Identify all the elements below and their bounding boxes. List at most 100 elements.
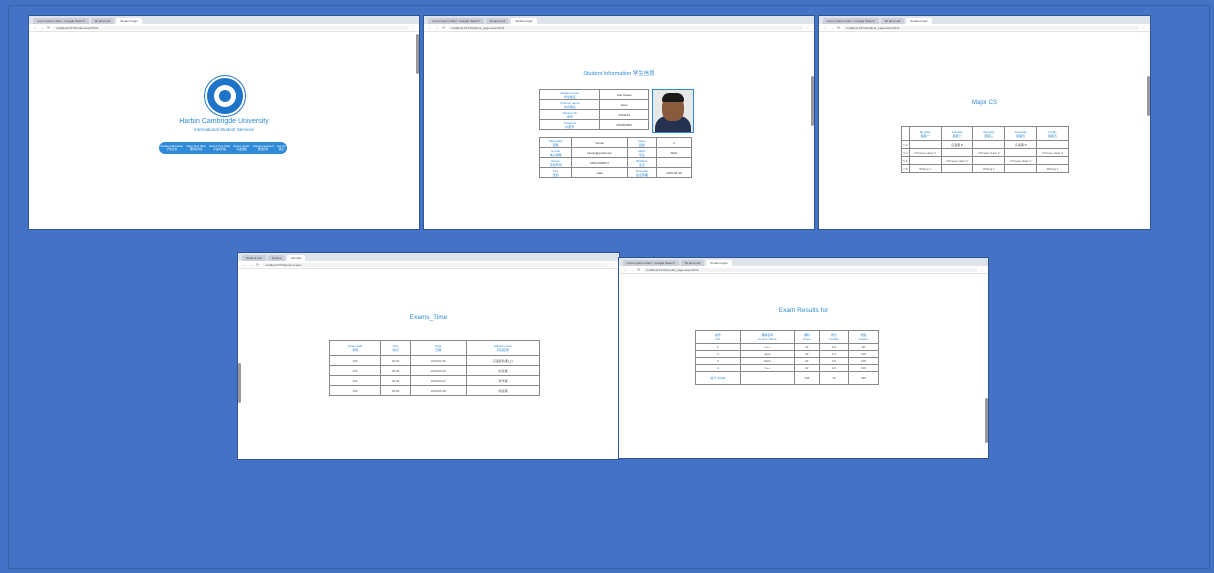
browser-tab[interactable]: Lorem ipsum dolor - Google Search	[823, 18, 879, 24]
scrollbar[interactable]	[238, 363, 241, 403]
field-value: hasan@gmail.com	[571, 147, 628, 158]
scrollbar[interactable]	[811, 76, 814, 126]
nav-change-password[interactable]: Change password 修改密码	[253, 145, 274, 151]
url-field[interactable]: localhost:5173/student_page.aspx?id=3	[843, 25, 1139, 30]
student-details-table: Nationality 国籍 Yemen Class 班级 2 E-mail 电子邮箱 hasa…	[538, 137, 693, 178]
forward-icon[interactable]: →	[830, 25, 834, 30]
extensions-icon[interactable]: ⋮	[806, 25, 810, 30]
address-bar: ← → ⟳ localhost:5173/student_page.aspx?i…	[819, 24, 1150, 32]
table-cell: 09:00	[380, 355, 411, 366]
reload-icon[interactable]: ⟳	[47, 25, 50, 30]
scrollbar[interactable]	[985, 398, 988, 443]
table-cell: C++	[739, 343, 795, 351]
page-title: Major CS	[971, 100, 997, 106]
browser-tab[interactable]: Lorem ipsum dolor - Google Search	[623, 260, 679, 266]
reload-icon[interactable]: ⟳	[256, 262, 259, 267]
browser-tab[interactable]: Student Info	[242, 255, 267, 261]
back-icon[interactable]: ←	[823, 25, 827, 30]
table-cell	[972, 156, 1006, 165]
table-cell: Chinese class 3	[972, 148, 1006, 157]
browser-tab[interactable]: Lorem ipsum dolor - Google Search	[33, 18, 89, 24]
field-label: Student ID 学号	[538, 109, 601, 120]
nav-log-out[interactable]: Log out 退出	[277, 145, 286, 151]
back-icon[interactable]: ←	[33, 25, 37, 30]
table-cell	[908, 140, 942, 149]
table-cell: 09:00	[380, 365, 411, 376]
table-cell: 2.0	[818, 343, 849, 351]
field-label: Class 班级	[626, 137, 657, 148]
browser-tab[interactable]: Sit amet elit	[680, 260, 705, 266]
browser-tab[interactable]: Sit amet elit	[880, 18, 905, 24]
table-row: 3-4 Chinese class 3 Chinese class 3 Chinese…	[901, 148, 1069, 157]
browser-tab[interactable]: Lorem ipsum dolor - Google Search	[428, 18, 484, 24]
table-cell	[1004, 164, 1038, 173]
browser-tab[interactable]: Sit amet elit	[90, 18, 115, 24]
table-header: 学分 Credits	[818, 330, 849, 344]
back-icon[interactable]: ←	[242, 262, 246, 267]
table-cell: 32	[793, 357, 820, 365]
total-row: 总计 TotalE 128 10 390	[695, 371, 880, 385]
back-icon[interactable]: ←	[623, 267, 627, 272]
forward-icon[interactable]: →	[630, 267, 634, 272]
back-icon[interactable]: ←	[428, 25, 432, 30]
browser-tab-active[interactable]: Results	[287, 255, 306, 261]
field-label: Student name 学生姓名	[538, 89, 601, 100]
browser-tab[interactable]: Exams	[268, 255, 286, 261]
table-row: 1-2 汉语课 B 汉语课 B	[901, 140, 1069, 149]
extensions-icon[interactable]: ⋮	[411, 25, 415, 30]
nav-class-timetable[interactable]: Class Time Table 课程时间表	[186, 145, 206, 151]
university-logo-icon	[205, 76, 245, 116]
scrollbar[interactable]	[416, 34, 419, 74]
table-header: 编号 NO	[695, 330, 741, 344]
student-photo	[652, 89, 694, 133]
browser-tab[interactable]: Sit amet elit	[485, 18, 510, 24]
field-value: Yemen	[571, 137, 628, 148]
table-header: 成绩 Grades	[847, 330, 880, 344]
table-header: Time 时间	[380, 340, 411, 356]
field-label: E-mail 电子邮箱	[538, 147, 573, 158]
table-row: Passport 护照号 P00000000	[538, 119, 649, 130]
extensions-icon[interactable]: ⋮	[611, 262, 615, 267]
browser-tab-active[interactable]: Student login	[906, 18, 932, 24]
extensions-icon[interactable]: ⋮	[980, 267, 984, 272]
table-cell: Java	[739, 350, 795, 358]
url-field[interactable]: localhost:5173/exams.aspx	[262, 262, 608, 267]
table-row: Student ID 学号 2023123	[538, 109, 649, 120]
nav-student-info[interactable]: Student Information 学生信息	[161, 145, 184, 151]
browser-tab-active[interactable]: Student login	[511, 18, 537, 24]
table-cell: 2023/01/18	[409, 385, 467, 396]
table-header: 课时 Times	[793, 330, 820, 344]
field-value	[655, 157, 693, 168]
nav-exam-results[interactable]: Exams results 考试成绩	[233, 145, 249, 151]
forward-icon[interactable]: →	[435, 25, 439, 30]
table-cell	[1036, 156, 1069, 165]
url-field[interactable]: localhost:5173/student_page.aspx?id=3	[448, 25, 803, 30]
table-row: 202 09:00 2023/01/15 汉语综合课(上)	[328, 355, 541, 366]
forward-icon[interactable]: →	[249, 262, 253, 267]
browser-tab-active[interactable]: Student login	[116, 18, 142, 24]
table-row: 202 09:00 2023/01/18 阅读课	[328, 385, 541, 396]
table-cell: 2023/01/15	[409, 355, 467, 366]
table-cell: 阅读课	[465, 385, 541, 396]
table-cell: 7-8	[901, 164, 910, 173]
table-cell: 汉语课 B	[940, 140, 974, 149]
tab-strip: Lorem ipsum dolor - Google Search Sit am…	[424, 16, 814, 24]
reload-icon[interactable]: ⟳	[442, 25, 445, 30]
table-cell: 听说课	[465, 365, 541, 376]
scrollbar[interactable]	[1147, 76, 1150, 116]
table-row: 2 Java 32 2.2 100	[695, 350, 880, 358]
university-name: Harbin Cambrigde University	[179, 118, 269, 125]
browser-tab-active[interactable]: Student login	[706, 260, 732, 266]
extensions-icon[interactable]: ⋮	[1142, 25, 1146, 30]
reload-icon[interactable]: ⟳	[837, 25, 840, 30]
table-header: Tuesday 星期二	[940, 126, 974, 141]
address-bar: ← → ⟳ localhost:5173/index.aspx?id=3 ⋮	[29, 24, 419, 32]
reload-icon[interactable]: ⟳	[637, 267, 640, 272]
url-field[interactable]: localhost:5173/index.aspx?id=3	[53, 25, 408, 30]
table-cell: 3-4	[901, 148, 910, 157]
url-field[interactable]: localhost:5173/results_page.aspx?id=3	[643, 267, 977, 272]
nav-exams-timetable[interactable]: Exams Time Table 考试时间表	[209, 145, 230, 151]
forward-icon[interactable]: →	[40, 25, 44, 30]
table-row: 4 C++ 32 3.2 100	[695, 364, 880, 372]
field-label: Passport 护照号	[538, 119, 601, 130]
